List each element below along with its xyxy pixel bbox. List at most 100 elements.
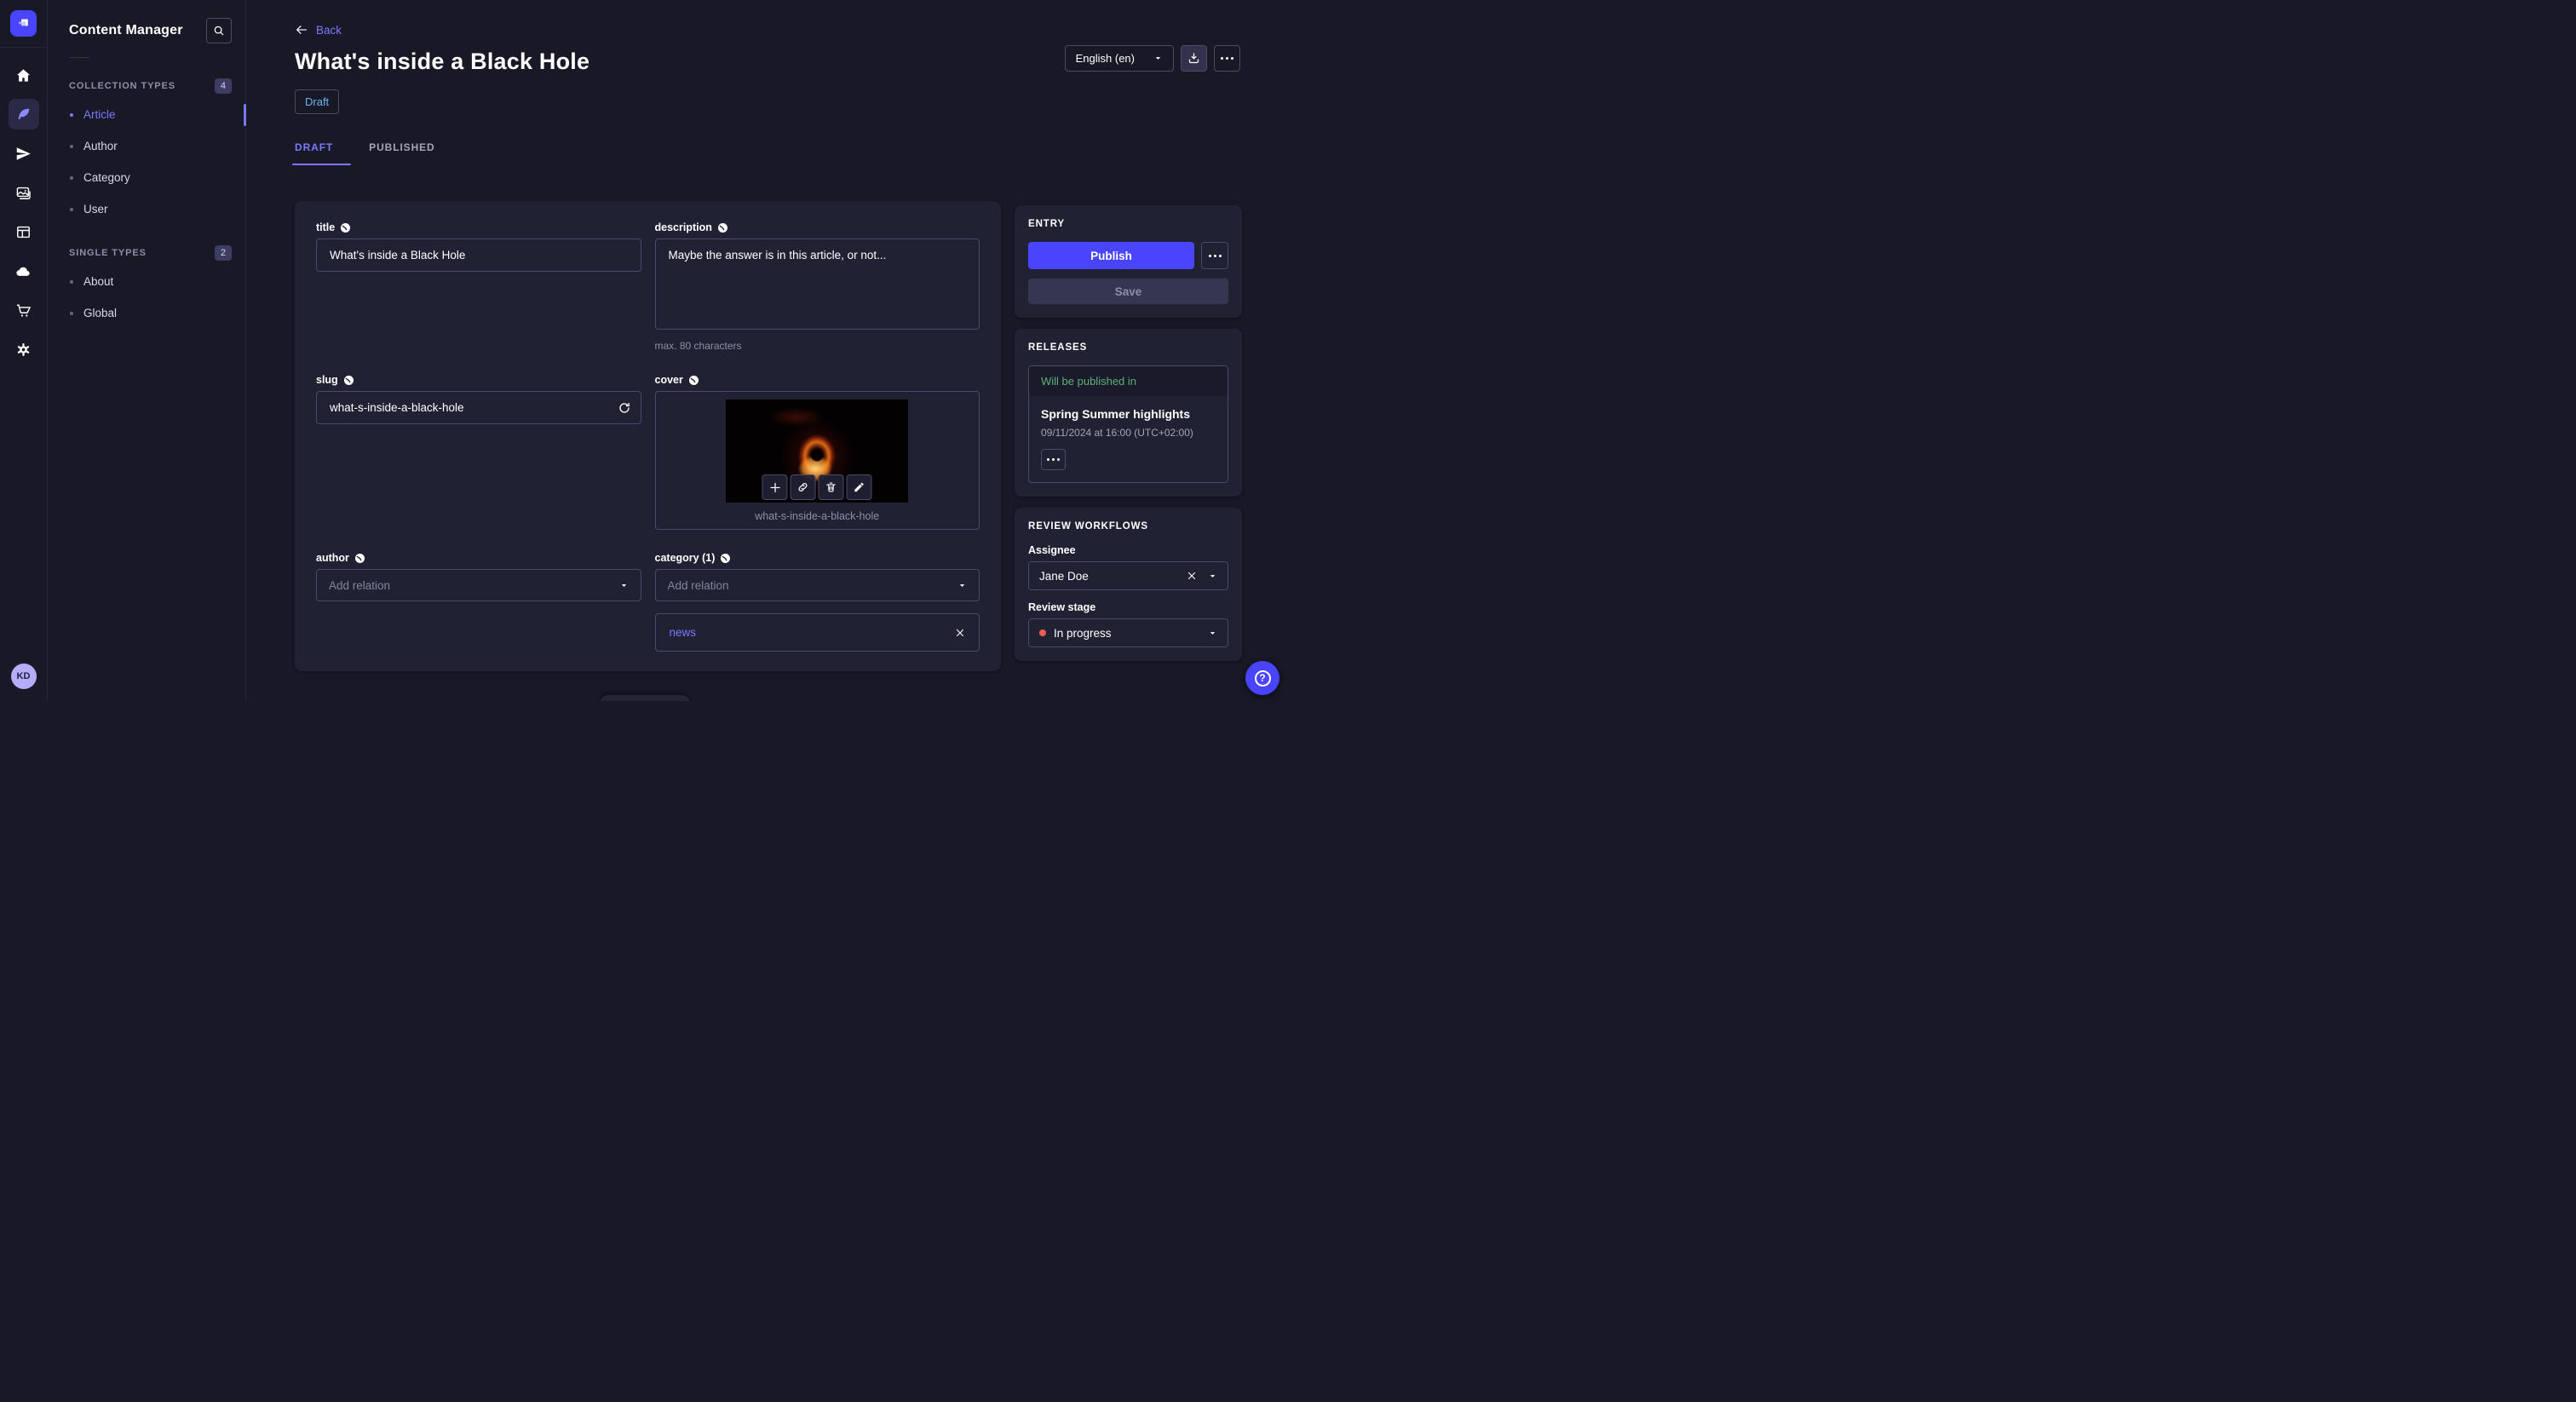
author-placeholder: Add relation [329,578,391,592]
header-actions: English (en) [1064,45,1240,72]
help-button[interactable]: ? [1245,661,1279,695]
content-manager-icon[interactable] [8,99,39,129]
cover-filename: what-s-inside-a-black-hole [755,510,880,522]
chevron-down-icon [1210,574,1216,577]
more-dots-icon [1208,254,1222,257]
description-textarea[interactable]: Maybe the answer is in this article, or … [654,238,980,330]
chevron-down-icon [959,583,965,587]
more-dots-icon [1221,57,1233,60]
back-link[interactable]: Back [295,23,342,37]
save-button[interactable]: Save [1028,279,1228,304]
export-download-button[interactable] [1181,45,1207,72]
description-field-label: description [654,221,712,233]
edit-form-panel: title description Maybe the answer is in… [295,201,1001,671]
send-icon[interactable] [9,138,39,169]
globe-i18n-icon [354,553,365,563]
tab-draft[interactable]: DRAFT [291,141,352,165]
version-tabs: DRAFT PUBLISHED [291,141,435,165]
sidebar-divider [69,57,89,58]
assignee-combobox[interactable]: Jane Doe [1028,561,1228,590]
sidebar-item-label: User [83,203,108,215]
rail-divider [0,47,48,48]
home-icon[interactable] [9,60,39,90]
entry-more-button[interactable] [1201,242,1228,269]
title-field: title [316,221,641,352]
author-relation-combobox[interactable]: Add relation [316,569,641,601]
cover-image-black-hole[interactable] [726,399,909,503]
single-types-label: SINGLE TYPES [69,248,147,258]
author-field-label: author [316,552,349,564]
edit-media-button[interactable] [846,474,872,500]
main-nav-rail: KD [0,0,48,701]
sidebar-item-category[interactable]: Category [49,162,245,193]
settings-gear-icon[interactable] [9,334,39,365]
release-date: 09/11/2024 at 16:00 (UTC+02:00) [1041,427,1193,439]
sidebar-item-user[interactable]: User [49,193,245,225]
relation-link-news[interactable]: news [670,626,697,639]
entry-heading: ENTRY [1028,219,1066,229]
cart-icon[interactable] [9,295,39,325]
search-button[interactable] [206,18,232,43]
collection-types-label: COLLECTION TYPES [69,81,176,91]
add-media-button[interactable] [762,474,788,500]
author-field: author Add relation [316,552,641,652]
back-label: Back [316,23,342,37]
clear-assignee-x-icon[interactable] [1187,571,1197,581]
locale-select[interactable]: English (en) [1064,45,1174,72]
publish-button[interactable]: Publish [1028,242,1194,269]
slug-field-label: slug [316,374,338,386]
remove-relation-x-icon[interactable] [955,628,965,638]
globe-i18n-icon [721,553,731,563]
sidebar-item-author[interactable]: Author [49,130,245,162]
title-input[interactable] [316,238,641,272]
user-avatar[interactable]: KD [10,664,37,689]
regenerate-slug-button[interactable] [612,394,638,421]
sidebar-item-global[interactable]: Global [49,297,245,329]
strapi-logo[interactable] [10,10,37,37]
globe-i18n-icon [688,375,699,385]
review-workflows-panel: REVIEW WORKFLOWS Assignee Jane Doe Revie… [1015,508,1242,661]
question-mark-icon: ? [1254,669,1271,687]
chevron-down-icon [1210,631,1216,635]
refresh-icon [619,402,630,413]
floating-actions-pill [599,695,691,701]
sidebar-item-label: Author [83,140,118,152]
bullet-icon [70,279,73,284]
header-more-button[interactable] [1214,45,1240,72]
media-library-icon[interactable] [9,177,39,208]
cloud-icon[interactable] [9,256,39,286]
globe-i18n-icon [343,375,354,385]
strapi-logo-icon [19,19,28,26]
copy-link-button[interactable] [790,474,816,500]
bullet-icon [70,311,73,315]
media-actions [762,474,872,500]
category-relation-combobox[interactable]: Add relation [654,569,980,601]
single-types-section: SINGLE TYPES 2 About Global [49,245,245,329]
delete-media-button[interactable] [818,474,844,500]
review-stage-combobox[interactable]: In progress [1028,618,1228,647]
content-manager-page: KD Content Manager COLLECTION TYPES 4 Ar… [0,0,1288,701]
category-field-label: category (1) [654,552,716,564]
single-types-count: 2 [214,245,232,261]
release-name: Spring Summer highlights [1041,407,1191,421]
release-more-button[interactable] [1041,449,1066,470]
collection-types-count: 4 [214,78,232,94]
layout-icon[interactable] [9,216,39,247]
releases-panel: RELEASES Will be published in Spring Sum… [1015,329,1242,497]
tab-published[interactable]: PUBLISHED [369,141,434,165]
sidebar-item-label: Global [83,307,118,319]
category-relation-item: news [654,613,980,652]
sidebar-item-article[interactable]: Article [49,99,245,130]
assignee-value: Jane Doe [1039,569,1089,583]
bullet-icon [70,112,73,117]
category-field: category (1) Add relation news [654,552,980,652]
title-field-label: title [316,221,336,233]
link-icon [798,483,808,491]
sidebar-item-about[interactable]: About [49,266,245,297]
search-icon [214,26,224,36]
releases-heading: RELEASES [1028,342,1088,353]
page-title: What's inside a Black Hole [295,49,590,74]
sidebar-item-label: Category [83,171,130,184]
release-status: Will be published in [1029,366,1228,396]
slug-input[interactable] [316,391,641,424]
